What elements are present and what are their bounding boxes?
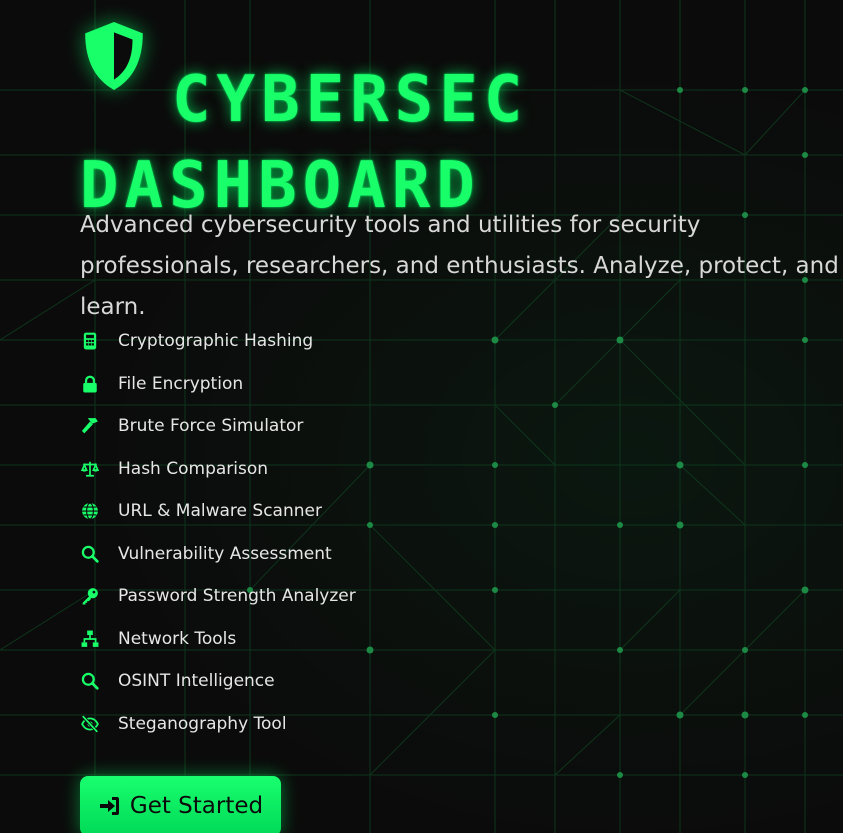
- hammer-icon: [80, 416, 100, 436]
- eye-slash-icon: [80, 714, 100, 734]
- scale-icon: [80, 459, 100, 479]
- feature-label: Brute Force Simulator: [118, 416, 304, 437]
- feature-label: OSINT Intelligence: [118, 671, 275, 692]
- globe-icon: [80, 501, 100, 521]
- feature-label: Hash Comparison: [118, 458, 269, 479]
- search-icon: [80, 544, 100, 564]
- feature-list: Cryptographic Hashing File Encryption Br…: [80, 320, 356, 745]
- page-title: CYBERSEC DASHBOARD: [80, 57, 680, 229]
- feature-item-hashing: Cryptographic Hashing: [80, 320, 356, 363]
- feature-label: URL & Malware Scanner: [118, 501, 322, 522]
- feature-item-brute-force: Brute Force Simulator: [80, 405, 356, 448]
- dashboard-hero-page: CYBERSEC DASHBOARD Advanced cybersecurit…: [0, 0, 843, 833]
- feature-item-steganography: Steganography Tool: [80, 703, 356, 746]
- feature-label: File Encryption: [118, 373, 244, 394]
- feature-item-password-strength: Password Strength Analyzer: [80, 575, 356, 618]
- feature-label: Steganography Tool: [118, 713, 287, 734]
- key-icon: [80, 586, 100, 606]
- feature-label: Password Strength Analyzer: [118, 586, 356, 607]
- feature-item-url-scanner: URL & Malware Scanner: [80, 490, 356, 533]
- get-started-button[interactable]: Get Started: [80, 776, 281, 833]
- network-icon: [80, 629, 100, 649]
- feature-label: Vulnerability Assessment: [118, 543, 332, 564]
- feature-item-encryption: File Encryption: [80, 363, 356, 406]
- lock-icon: [80, 374, 100, 394]
- feature-item-osint: OSINT Intelligence: [80, 660, 356, 703]
- get-started-label: Get Started: [129, 793, 264, 819]
- feature-item-network-tools: Network Tools: [80, 618, 356, 661]
- calculator-icon: [80, 331, 100, 351]
- search-icon: [80, 671, 100, 691]
- title-line-1: CYBERSEC: [172, 62, 529, 137]
- hero-subtitle: Advanced cybersecurity tools and utiliti…: [80, 212, 839, 320]
- feature-label: Cryptographic Hashing: [118, 331, 314, 352]
- sign-in-icon: [98, 794, 122, 818]
- feature-item-vulnerability: Vulnerability Assessment: [80, 533, 356, 576]
- feature-item-hash-comparison: Hash Comparison: [80, 448, 356, 491]
- feature-label: Network Tools: [118, 628, 237, 649]
